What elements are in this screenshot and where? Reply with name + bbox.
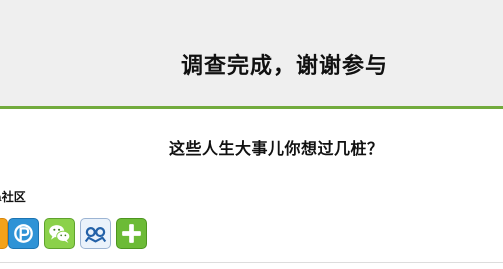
share-m-icon[interactable] xyxy=(80,218,111,249)
survey-title[interactable]: 这些人生大事儿你想过几桩？ xyxy=(169,135,384,159)
divider xyxy=(0,106,503,109)
plus-icon[interactable] xyxy=(116,218,147,249)
header: 调查完成，谢谢参与 xyxy=(0,0,503,106)
share-label: a社区 xyxy=(0,190,26,204)
divider-bottom xyxy=(0,262,503,263)
share-p-icon[interactable] xyxy=(8,218,39,249)
wechat-icon[interactable] xyxy=(44,218,75,249)
page-title: 调查完成，谢谢参与 xyxy=(181,53,389,79)
share-orange-icon[interactable] xyxy=(0,218,8,249)
